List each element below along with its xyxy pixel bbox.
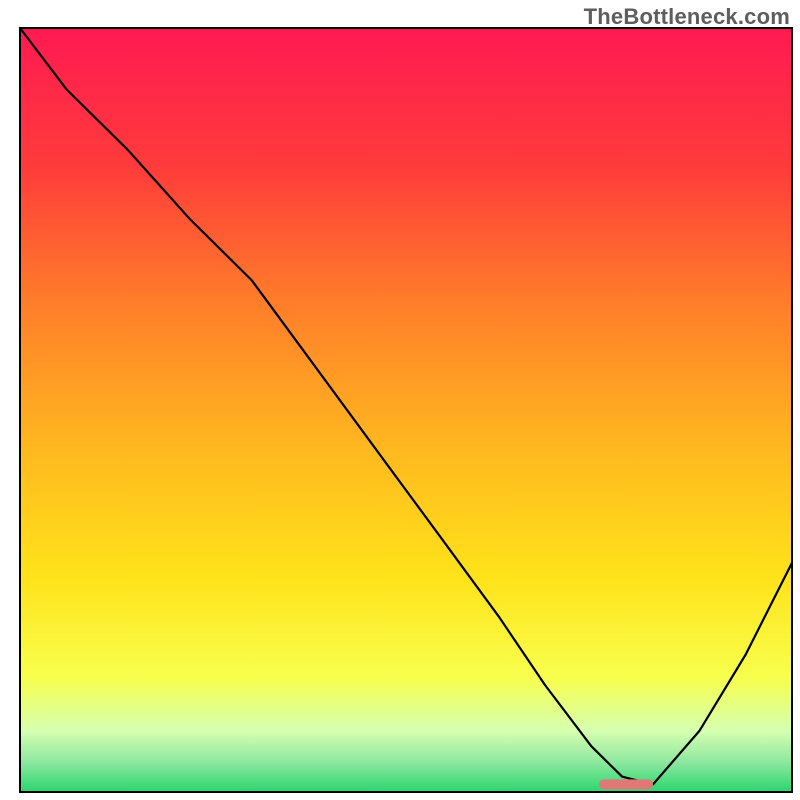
gradient-background xyxy=(20,28,792,792)
chart-container: TheBottleneck.com xyxy=(0,0,800,800)
bottleneck-chart xyxy=(0,0,800,800)
optimal-marker xyxy=(599,779,653,789)
plot-area xyxy=(20,28,792,792)
